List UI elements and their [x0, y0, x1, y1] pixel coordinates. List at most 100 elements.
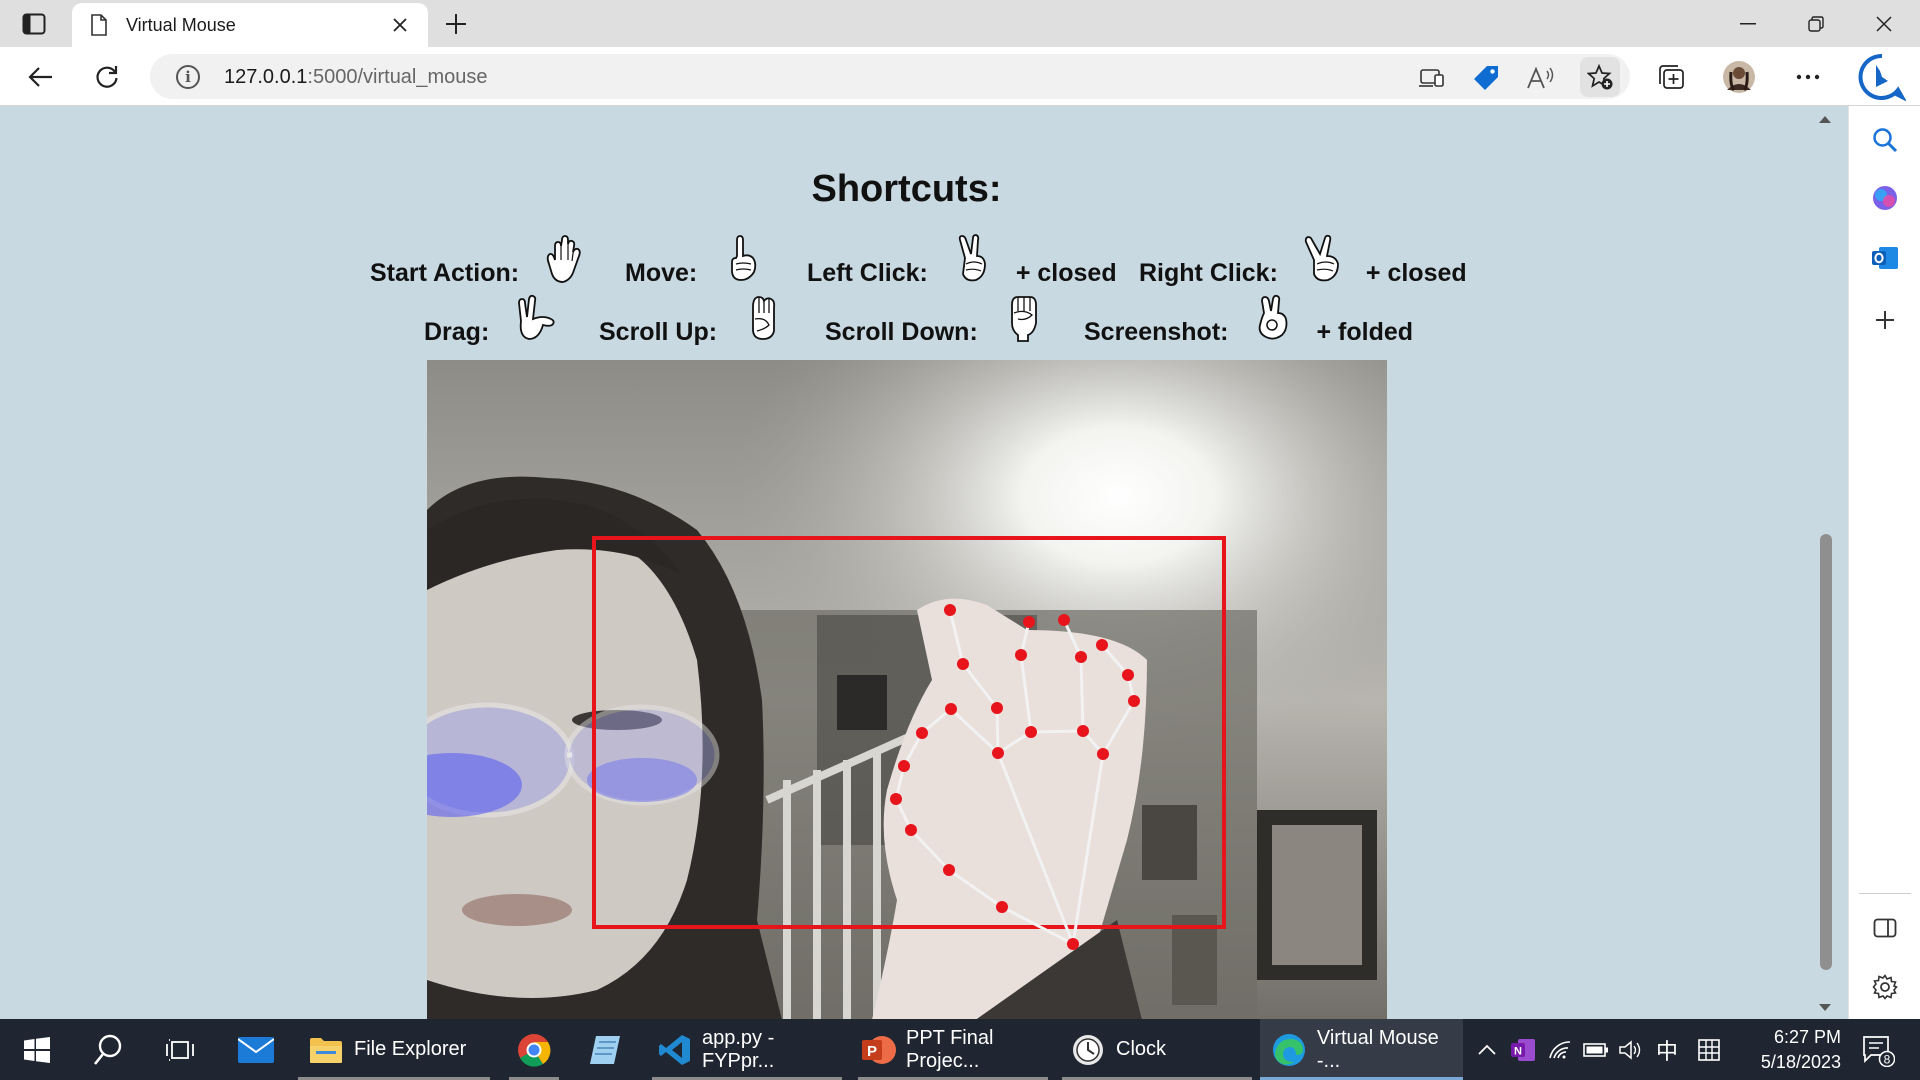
open-hand-icon	[546, 235, 581, 283]
address-bar[interactable]: i 127.0.0.1:5000/virtual_mouse	[150, 54, 1630, 99]
shortcut-label: Drag:	[424, 318, 490, 346]
close-tab-icon[interactable]	[388, 13, 412, 37]
start-button[interactable]	[16, 1019, 58, 1080]
collections-button[interactable]	[1653, 59, 1689, 95]
page-scrollbar[interactable]	[1813, 106, 1838, 1019]
taskbar-item-label: Virtual Mouse -...	[1316, 1026, 1439, 1072]
minimize-button[interactable]	[1714, 0, 1782, 47]
fist-thumb-hand-icon	[752, 296, 776, 340]
shortcut-suffix: + closed	[1015, 259, 1117, 287]
more-icon	[1796, 74, 1820, 80]
taskbar-powerpoint[interactable]: P PPT Final Projec...	[858, 1019, 1048, 1080]
taskbar-search-button[interactable]	[86, 1019, 130, 1080]
sidebar-discover-button[interactable]	[1867, 180, 1903, 216]
shortcut-label: Right Click:	[1139, 259, 1278, 287]
sidebar-toggle-icon	[1873, 918, 1897, 938]
taskbar-clock-display[interactable]: 6:27 PM 5/18/2023	[1737, 1025, 1841, 1075]
shortcut-label: Left Click:	[807, 259, 928, 287]
speaker-icon	[1619, 1039, 1641, 1060]
tab-virtual-mouse[interactable]: Virtual Mouse	[72, 3, 428, 47]
scroll-thumb[interactable]	[1820, 534, 1832, 970]
url-text[interactable]: 127.0.0.1:5000/virtual_mouse	[224, 66, 488, 89]
shopping-tag-icon[interactable]	[1472, 64, 1500, 92]
taskbar-item-label: File Explorer	[354, 1038, 467, 1060]
sidebar-settings-button[interactable]	[1867, 969, 1903, 1005]
tray-onenote[interactable]: N	[1508, 1019, 1538, 1080]
sidebar-add-button[interactable]	[1867, 302, 1903, 338]
peace-hand-icon	[958, 234, 986, 282]
notification-icon: 8	[1863, 1035, 1895, 1067]
app-available-icon[interactable]	[1418, 64, 1446, 92]
taskbar: File Explorer app.py - FYPpr... P PPT Fi…	[0, 1019, 1920, 1080]
profile-button[interactable]	[1721, 59, 1757, 95]
browser-toolbar: i 127.0.0.1:5000/virtual_mouse	[0, 47, 1920, 106]
taskbar-item-label: Clock	[1116, 1038, 1167, 1060]
shortcut-label: Scroll Up:	[599, 318, 718, 346]
webcam-feed	[427, 360, 1387, 1019]
tray-network[interactable]	[1545, 1019, 1575, 1080]
shortcut-scroll-down: Scroll Down:	[825, 293, 1062, 347]
taskbar-file-explorer[interactable]: File Explorer	[298, 1019, 490, 1080]
refresh-button[interactable]	[89, 59, 125, 95]
bing-icon	[1858, 53, 1906, 101]
taskbar-chrome[interactable]	[509, 1019, 559, 1080]
shortcut-label: Start Action:	[370, 259, 520, 287]
copilot-icon	[1873, 186, 1897, 210]
tray-ime-mode[interactable]	[1694, 1019, 1724, 1080]
taskbar-edge[interactable]: Virtual Mouse -...	[1260, 1019, 1463, 1080]
plus-icon	[446, 14, 466, 34]
restore-button[interactable]	[1782, 0, 1850, 47]
pointing-hand-icon	[518, 294, 555, 340]
site-info-icon[interactable]: i	[176, 65, 200, 89]
chevron-up-icon	[1478, 1044, 1496, 1055]
clock-icon	[1070, 1032, 1106, 1068]
settings-more-button[interactable]	[1790, 59, 1826, 95]
taskbar-clock[interactable]: Clock	[1062, 1019, 1252, 1080]
sidebar-search-button[interactable]	[1867, 122, 1903, 158]
tray-battery[interactable]	[1581, 1019, 1611, 1080]
shortcut-drag: Drag:	[424, 293, 573, 347]
read-aloud-icon[interactable]	[1526, 64, 1554, 92]
plus-icon	[1876, 311, 1894, 329]
restore-icon	[1808, 15, 1824, 32]
close-window-button[interactable]	[1850, 0, 1918, 47]
index-up-hand-icon	[731, 235, 757, 281]
tray-volume[interactable]	[1616, 1019, 1646, 1080]
scroll-down-arrow[interactable]	[1819, 1004, 1831, 1011]
shortcut-right-click: Right Click: + closed	[1139, 234, 1467, 288]
task-view-button[interactable]	[158, 1019, 202, 1080]
favorites-add-icon[interactable]	[1580, 57, 1620, 97]
new-tab-button[interactable]	[440, 8, 472, 40]
notification-count: 8	[1884, 1052, 1891, 1066]
back-button[interactable]	[23, 59, 59, 95]
close-icon	[1876, 15, 1892, 32]
bing-chat-button[interactable]	[1858, 53, 1906, 101]
tab-actions-button[interactable]	[18, 10, 50, 38]
shortcut-start-action: Start Action:	[370, 234, 603, 288]
taskbar-mail[interactable]	[232, 1019, 280, 1080]
peace-spread-hand-icon	[1304, 234, 1339, 282]
minimize-icon	[1740, 22, 1756, 24]
search-icon	[93, 1034, 122, 1065]
shortcut-move: Move:	[625, 234, 781, 288]
taskbar-item-label: app.py - FYPpr...	[702, 1026, 775, 1072]
edge-icon	[1272, 1032, 1307, 1068]
taskbar-notes[interactable]	[580, 1019, 630, 1080]
taskbar-vscode[interactable]: app.py - FYPpr...	[652, 1019, 842, 1080]
tray-input-language[interactable]: 中	[1652, 1019, 1682, 1080]
shortcut-left-click: Left Click: + closed	[807, 234, 1117, 288]
tab-bar: Virtual Mouse	[0, 0, 1920, 47]
scroll-up-arrow[interactable]	[1819, 116, 1831, 123]
collections-icon	[1659, 65, 1684, 89]
search-icon	[1873, 128, 1898, 153]
notification-center-button[interactable]: 8	[1856, 1019, 1900, 1080]
sidebar-outlook-button[interactable]	[1867, 240, 1903, 276]
svg-text:P: P	[867, 1043, 877, 1060]
shortcut-scroll-up: Scroll Up:	[599, 293, 801, 347]
gear-icon	[1872, 974, 1898, 1000]
hide-sidebar-button[interactable]	[1867, 910, 1903, 946]
avatar	[1723, 61, 1755, 93]
notes-icon	[590, 1035, 620, 1064]
clock-date: 5/18/2023	[1760, 1052, 1841, 1072]
tray-overflow-button[interactable]	[1474, 1019, 1500, 1080]
